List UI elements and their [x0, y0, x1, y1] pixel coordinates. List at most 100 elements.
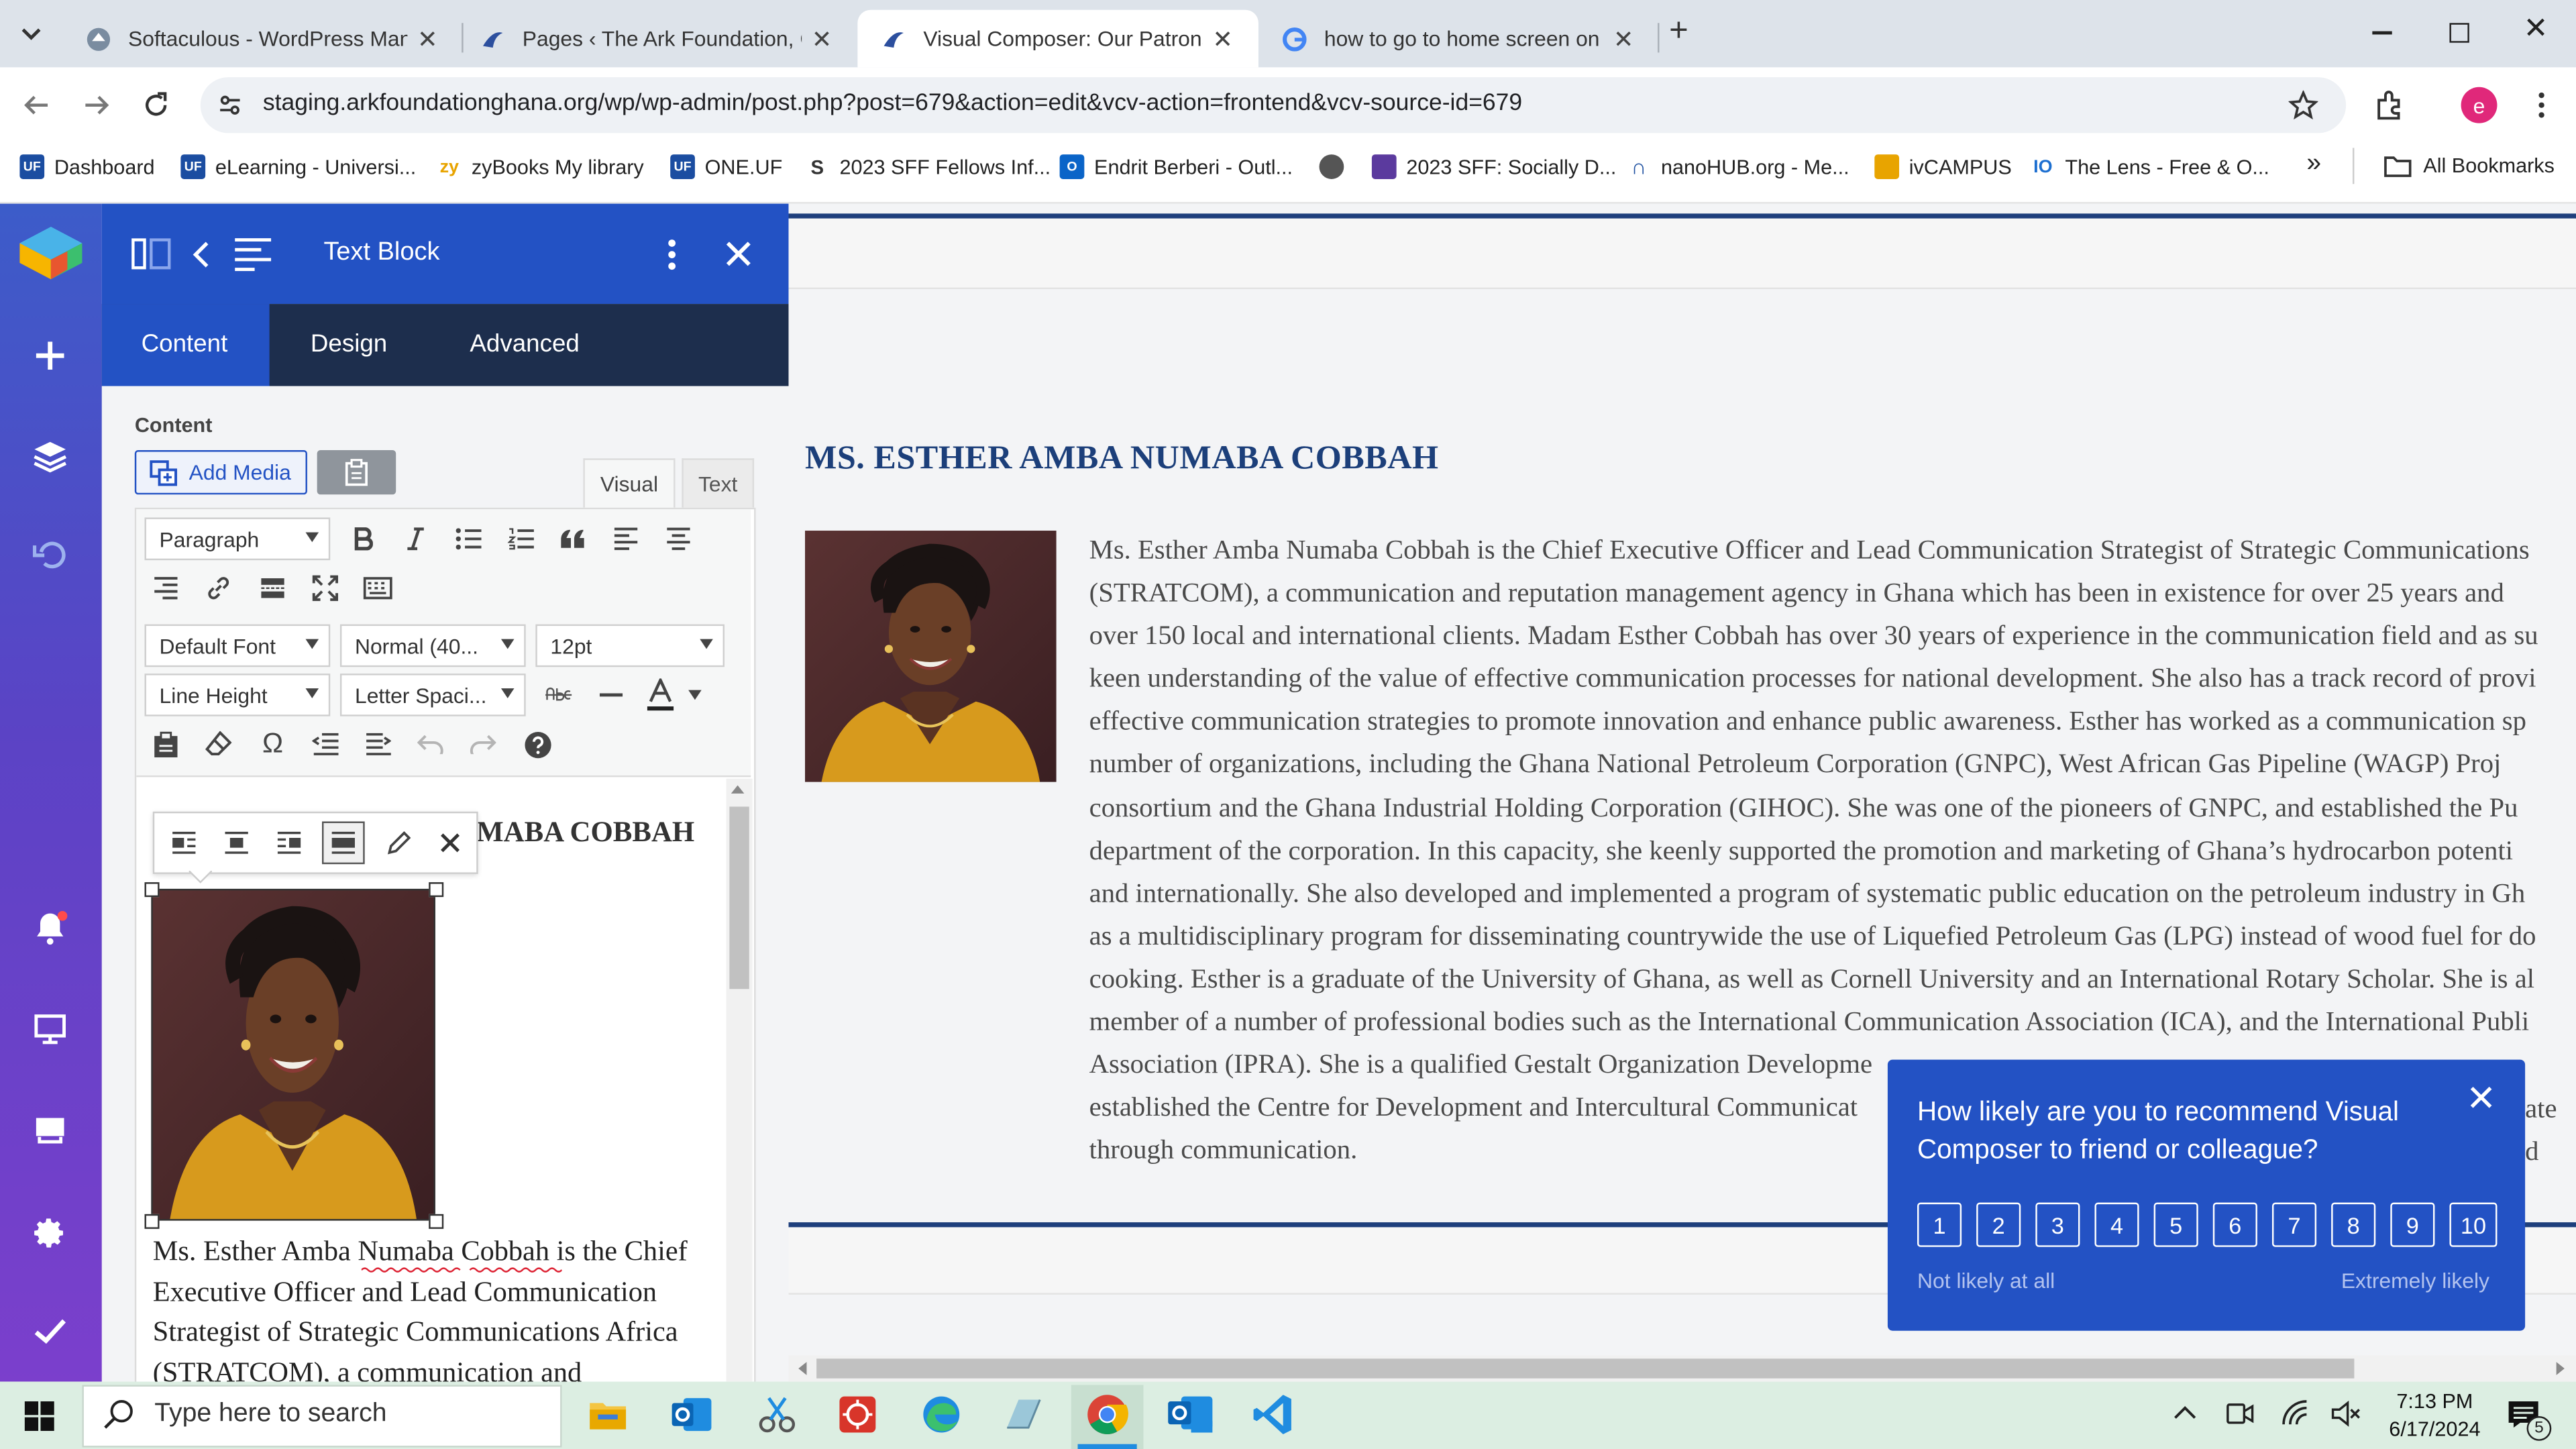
- paragraph-format-select[interactable]: Paragraph: [144, 517, 331, 561]
- browser-menu-button[interactable]: [2538, 91, 2545, 120]
- visual-mode-tab[interactable]: Visual: [583, 458, 676, 508]
- visual-composer-logo-icon[interactable]: [16, 223, 85, 282]
- tab-content[interactable]: Content: [101, 304, 270, 386]
- indent-button[interactable]: [358, 724, 398, 764]
- read-more-button[interactable]: [253, 568, 292, 608]
- bookmark-sff-fellows[interactable]: S 2023 SFF Fellows Inf...: [805, 154, 1051, 179]
- rating-option[interactable]: 9: [2390, 1202, 2435, 1247]
- fullscreen-button[interactable]: [306, 568, 345, 608]
- resize-handle[interactable]: [429, 1214, 444, 1229]
- image-align-left-button[interactable]: [164, 823, 204, 863]
- settings-gear-icon[interactable]: [33, 1216, 67, 1250]
- horizontal-scrollbar-thumb[interactable]: [816, 1358, 2355, 1379]
- text-color-picker[interactable]: [645, 677, 711, 713]
- bookmark-sff-socially[interactable]: 2023 SFF: Socially D...: [1371, 154, 1616, 179]
- tab-google-search[interactable]: how to go to home screen on v ✕: [1258, 10, 1653, 68]
- align-right-button[interactable]: [146, 568, 186, 608]
- paste-text-button[interactable]: [146, 724, 186, 764]
- notifications-bell-icon[interactable]: [33, 910, 68, 947]
- rating-option[interactable]: 6: [2212, 1202, 2257, 1247]
- notepad-app-icon[interactable]: [1002, 1395, 1045, 1434]
- bold-button[interactable]: [343, 519, 383, 559]
- clear-formatting-button[interactable]: [199, 724, 238, 764]
- rating-option[interactable]: 3: [2035, 1202, 2080, 1247]
- rating-option[interactable]: 5: [2153, 1202, 2198, 1247]
- image-align-right-button[interactable]: [270, 823, 309, 863]
- minimize-window-button[interactable]: [2372, 31, 2392, 34]
- reload-icon[interactable]: [142, 91, 171, 120]
- strikethrough-button[interactable]: [539, 676, 578, 715]
- remove-image-button[interactable]: [431, 823, 470, 863]
- close-tab-icon[interactable]: ✕: [1613, 24, 1634, 54]
- tab-advanced[interactable]: Advanced: [434, 304, 616, 386]
- horizontal-line-button[interactable]: [592, 676, 631, 715]
- hub-templates-icon[interactable]: [33, 1116, 67, 1147]
- rating-option[interactable]: 7: [2271, 1202, 2317, 1247]
- tab-pages-ark-foundation[interactable]: Pages ‹ The Ark Foundation, Gh ✕: [457, 10, 858, 68]
- panel-layout-icon[interactable]: [131, 237, 171, 271]
- layers-tree-icon[interactable]: [33, 440, 67, 473]
- bookmark-outlook[interactable]: O Endrit Berberi - Outl...: [1059, 154, 1293, 179]
- edge-browser-icon[interactable]: [920, 1393, 963, 1436]
- rating-option[interactable]: 2: [1976, 1202, 2021, 1247]
- add-element-icon[interactable]: [33, 338, 67, 372]
- close-tab-icon[interactable]: ✕: [1212, 24, 1233, 54]
- extensions-puzzle-icon[interactable]: [2374, 89, 2407, 121]
- close-tab-icon[interactable]: ✕: [417, 24, 438, 54]
- new-tab-button[interactable]: +: [1669, 13, 1688, 51]
- bookmark-star-icon[interactable]: [2288, 90, 2318, 120]
- file-explorer-icon[interactable]: [588, 1395, 628, 1434]
- numbered-list-button[interactable]: [501, 519, 541, 559]
- close-window-button[interactable]: ✕: [2524, 11, 2548, 46]
- bookmark-one-uf[interactable]: UF ONE.UF: [670, 154, 782, 179]
- bookmark-elearning[interactable]: UF eLearning - Universi...: [180, 154, 416, 179]
- tab-search-button[interactable]: [13, 16, 50, 52]
- edit-image-button[interactable]: [378, 823, 417, 863]
- profile-avatar[interactable]: e: [2461, 87, 2498, 123]
- patron-name-heading[interactable]: MS. ESTHER AMBA NUMABA COBBAH: [805, 440, 1439, 478]
- system-clock[interactable]: 7:13 PM 6/17/2024: [2385, 1388, 2484, 1444]
- add-media-button[interactable]: Add Media: [134, 450, 307, 495]
- bookmark-dashboard[interactable]: UF Dashboard: [19, 154, 155, 179]
- text-mode-tab[interactable]: Text: [682, 458, 755, 508]
- red-app-icon[interactable]: [838, 1395, 877, 1434]
- panel-back-arrow-icon[interactable]: [191, 240, 210, 270]
- shortcode-button[interactable]: [317, 450, 396, 495]
- bookmark-nanohub[interactable]: ∩ nanoHUB.org - Me...: [1627, 154, 1849, 179]
- resize-handle[interactable]: [429, 882, 444, 898]
- redo-edit-button[interactable]: [464, 724, 503, 764]
- publish-check-icon[interactable]: [33, 1318, 67, 1346]
- bookmark-the-lens[interactable]: IO The Lens - Free & O...: [2031, 154, 2269, 179]
- forward-arrow-icon[interactable]: [82, 91, 111, 120]
- back-arrow-icon[interactable]: [21, 91, 51, 120]
- bookmark-globe[interactable]: [1319, 154, 1354, 179]
- undo-icon[interactable]: [32, 539, 67, 570]
- image-align-center-button[interactable]: [217, 823, 256, 863]
- tab-design[interactable]: Design: [274, 304, 423, 386]
- bookmark-ivcampus[interactable]: ivCAMPUS: [1874, 154, 2012, 179]
- editor-scrollbar-thumb[interactable]: [729, 806, 749, 989]
- all-bookmarks-folder[interactable]: All Bookmarks: [2383, 154, 2555, 177]
- patron-portrait[interactable]: [805, 531, 1057, 782]
- rating-option[interactable]: 8: [2331, 1202, 2376, 1247]
- show-hidden-icons-icon[interactable]: [2172, 1405, 2198, 1421]
- font-size-select[interactable]: 12pt: [535, 624, 725, 667]
- close-panel-icon[interactable]: [724, 240, 753, 268]
- align-left-button[interactable]: [606, 519, 646, 559]
- tab-visual-composer[interactable]: Visual Composer: Our Patrons ✕: [857, 9, 1258, 68]
- rating-option[interactable]: 4: [2094, 1202, 2139, 1247]
- scroll-right-arrow-icon[interactable]: [2556, 1362, 2565, 1375]
- italic-button[interactable]: [396, 519, 435, 559]
- responsive-view-icon[interactable]: [33, 1014, 67, 1045]
- insert-link-button[interactable]: [199, 568, 238, 608]
- tab-softaculous[interactable]: Softaculous - WordPress Manag ✕: [62, 10, 457, 68]
- image-no-align-button[interactable]: [322, 821, 365, 865]
- close-tab-icon[interactable]: ✕: [812, 24, 833, 54]
- outdent-button[interactable]: [306, 724, 345, 764]
- outlook-new-icon[interactable]: [1167, 1393, 1216, 1436]
- more-bookmarks-button[interactable]: »: [2306, 150, 2321, 179]
- editor-body-text[interactable]: Ms. Esther Amba Numaba Cobbah is the Chi…: [153, 1232, 720, 1393]
- snipping-tool-icon[interactable]: [756, 1395, 799, 1434]
- scroll-left-arrow-icon[interactable]: [798, 1362, 807, 1375]
- font-family-select[interactable]: Default Font: [144, 624, 331, 667]
